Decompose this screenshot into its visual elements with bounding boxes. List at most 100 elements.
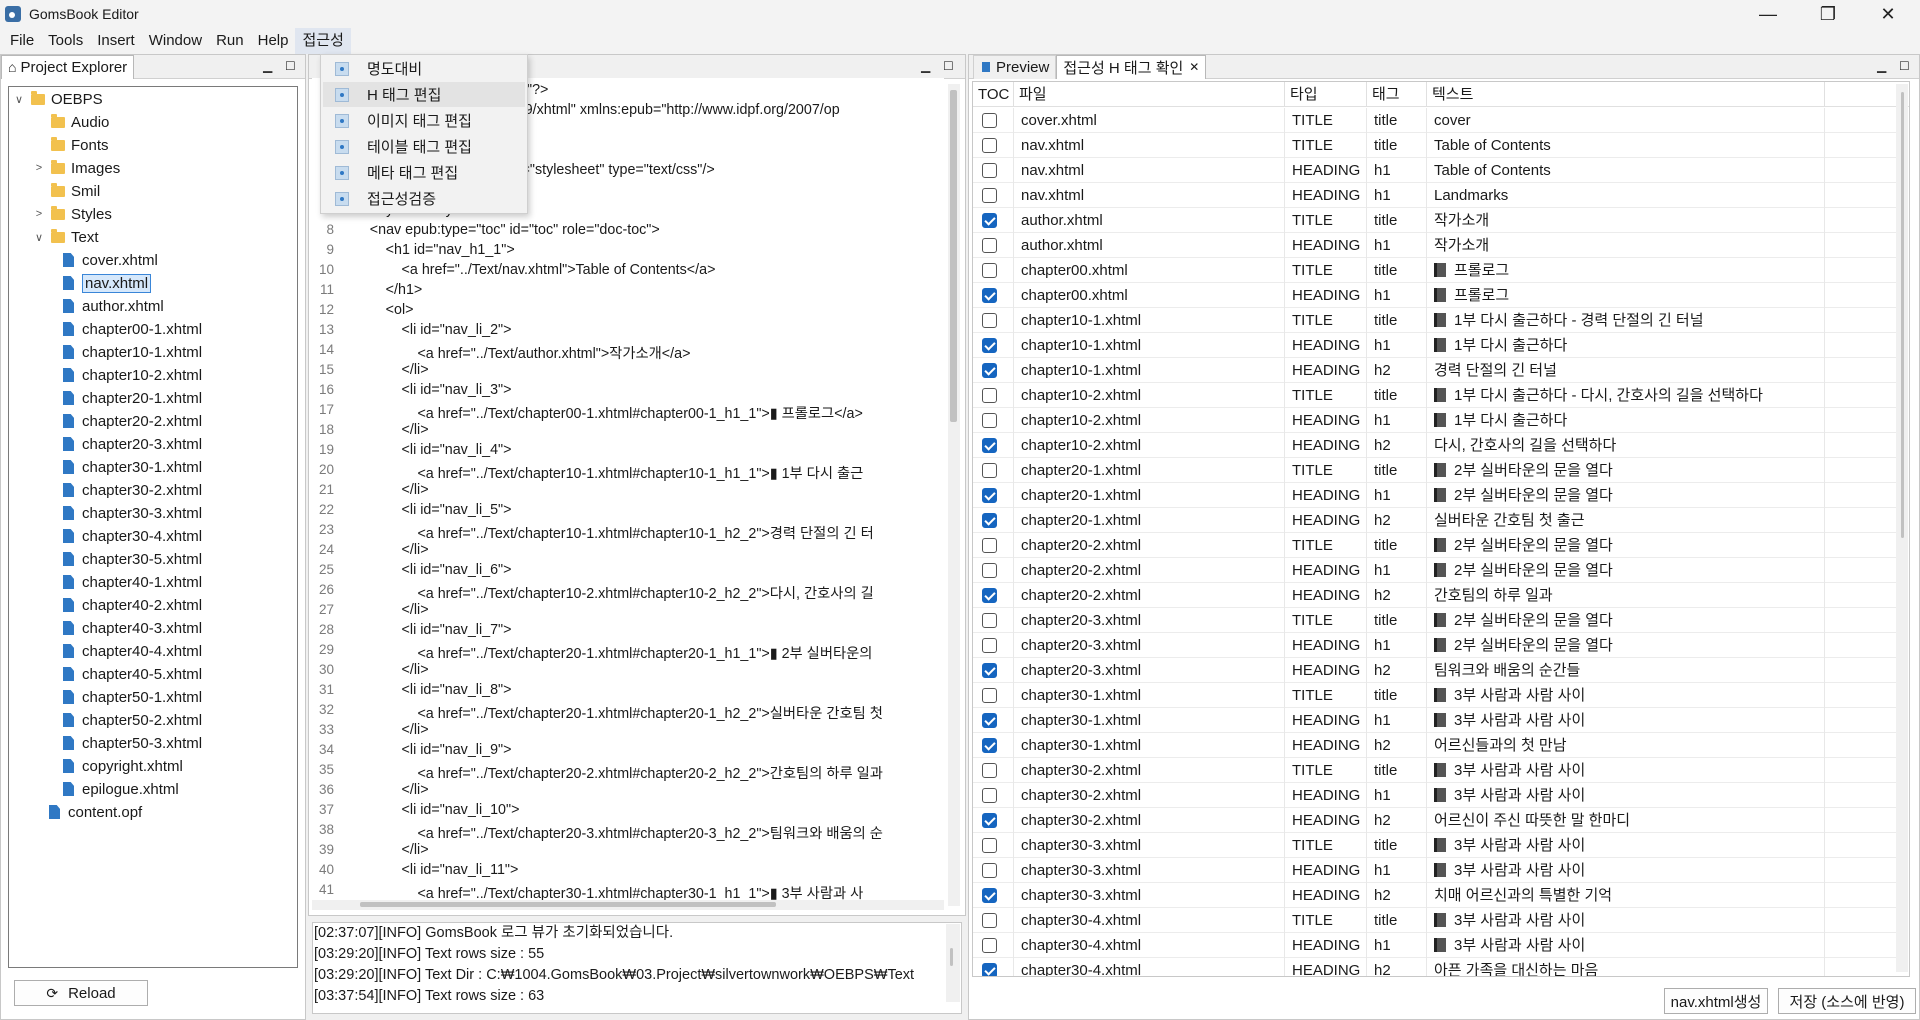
table-row[interactable]: chapter10-2.xhtml TITLE title 1부 다시 출근하다 - … [973,383,1898,408]
code-line[interactable]: 35 <a href="../Text/chapter20-2.xhtml#ch… [312,762,932,782]
table-row[interactable]: chapter00.xhtml HEADING h1 프롤로그 [973,283,1898,308]
table-row[interactable]: chapter30-3.xhtml TITLE title 3부 사람과 사람 사이 [973,833,1898,858]
column-header-type[interactable]: 타입 [1285,82,1367,107]
toc-checkbox[interactable] [982,388,997,403]
tree-file[interactable]: cover.xhtml [63,249,158,271]
toc-checkbox[interactable] [982,638,997,653]
tree-folder[interactable]: Fonts [33,134,109,156]
toc-checkbox[interactable] [982,163,997,178]
table-row[interactable]: nav.xhtml HEADING h1 Landmarks [973,183,1898,208]
table-row[interactable]: chapter30-3.xhtml HEADING h1 3부 사람과 사람 사이 [973,858,1898,883]
column-header-toc[interactable]: TOC [973,82,1014,107]
code-line[interactable]: 40 <li id="nav_li_11"> [312,862,932,882]
code-line[interactable]: 28 <li id="nav_li_7"> [312,622,932,642]
toc-checkbox[interactable] [982,838,997,853]
minimize-panel-icon[interactable]: ▁ [263,59,272,73]
tab-project-explorer[interactable]: ⌂ Project Explorer [1,54,135,79]
tree-file[interactable]: chapter50-3.xhtml [63,732,202,754]
menu-tools[interactable]: Tools [41,28,90,54]
toc-checkbox[interactable] [982,188,997,203]
toc-checkbox[interactable] [982,413,997,428]
toc-checkbox[interactable] [982,663,997,678]
tree-file[interactable]: copyright.xhtml [63,755,183,777]
code-line[interactable]: 13 <li id="nav_li_2"> [312,322,932,342]
table-row[interactable]: chapter30-4.xhtml TITLE title 3부 사람과 사람 사이 [973,908,1898,933]
tree-file[interactable]: chapter40-2.xhtml [63,594,202,616]
maximize-button[interactable]: ❐ [1800,0,1856,28]
toc-checkbox[interactable] [982,513,997,528]
code-line[interactable]: 24 </li> [312,542,932,562]
table-row[interactable]: nav.xhtml HEADING h1 Table of Contents [973,158,1898,183]
menu-accessibility[interactable]: 접근성 [295,28,351,54]
menu-run[interactable]: Run [209,28,251,54]
tree-file[interactable]: nav.xhtml [63,272,152,294]
toc-checkbox[interactable] [982,738,997,753]
tree-file[interactable]: chapter40-4.xhtml [63,640,202,662]
reload-button[interactable]: ⟳ Reload [14,980,148,1006]
code-line[interactable]: 22 <li id="nav_li_5"> [312,502,932,522]
column-header-text[interactable]: 텍스트 [1427,82,1825,107]
toc-checkbox[interactable] [982,338,997,353]
table-row[interactable]: chapter30-4.xhtml HEADING h2 아픈 가족을 대신하는 마음 [973,958,1898,976]
code-line[interactable]: 8 <nav epub:type="toc" id="toc" role="do… [312,222,932,242]
tree-file[interactable]: author.xhtml [63,295,164,317]
table-row[interactable]: chapter20-3.xhtml HEADING h1 2부 실버타운의 문을 열다 [973,633,1898,658]
table-row[interactable]: chapter30-1.xhtml HEADING h1 3부 사람과 사람 사이 [973,708,1898,733]
tree-file[interactable]: chapter20-1.xhtml [63,387,202,409]
table-row[interactable]: chapter20-1.xhtml TITLE title 2부 실버타운의 문을 열… [973,458,1898,483]
code-line[interactable]: 38 <a href="../Text/chapter20-3.xhtml#ch… [312,822,932,842]
save-button[interactable]: 저장 (소스에 반영) [1778,988,1916,1014]
table-row[interactable]: author.xhtml HEADING h1 작가소개 [973,233,1898,258]
toc-checkbox[interactable] [982,863,997,878]
toc-checkbox[interactable] [982,938,997,953]
code-line[interactable]: 15 </li> [312,362,932,382]
toc-checkbox[interactable] [982,113,997,128]
toc-checkbox[interactable] [982,238,997,253]
table-row[interactable]: chapter20-2.xhtml HEADING h2 간호팀의 하루 일과 [973,583,1898,608]
table-row[interactable]: chapter20-2.xhtml HEADING h1 2부 실버타운의 문을 열다 [973,558,1898,583]
toc-checkbox[interactable] [982,963,997,976]
table-row[interactable]: chapter30-2.xhtml HEADING h1 3부 사람과 사람 사이 [973,783,1898,808]
tree-file[interactable]: chapter00-1.xhtml [63,318,202,340]
code-line[interactable]: 11 </h1> [312,282,932,302]
tree-file[interactable]: chapter50-1.xhtml [63,686,202,708]
code-line[interactable]: 14 <a href="../Text/author.xhtml">작가소개</… [312,342,932,362]
right-minimize-icon[interactable]: ▁ [1877,59,1886,73]
close-tab-icon[interactable]: ✕ [1189,60,1199,74]
code-line[interactable]: 34 <li id="nav_li_9"> [312,742,932,762]
table-row[interactable]: cover.xhtml TITLE title cover [973,108,1898,133]
code-line[interactable]: 39 </li> [312,842,932,862]
toc-checkbox[interactable] [982,438,997,453]
editor-horizontal-thumb[interactable] [360,902,776,907]
table-row[interactable]: chapter10-1.xhtml HEADING h1 1부 다시 출근하다 [973,333,1898,358]
menu-window[interactable]: Window [142,28,209,54]
table-row[interactable]: chapter20-1.xhtml HEADING h2 실버타운 간호팀 첫 출근 [973,508,1898,533]
tree-file[interactable]: chapter30-2.xhtml [63,479,202,501]
chevron-down-icon[interactable]: ∨ [13,93,25,106]
table-row[interactable]: chapter30-1.xhtml HEADING h2 어르신들과의 첫 만남 [973,733,1898,758]
tree-file[interactable]: chapter40-3.xhtml [63,617,202,639]
table-row[interactable]: chapter30-4.xhtml HEADING h1 3부 사람과 사람 사이 [973,933,1898,958]
editor-minimize-icon[interactable]: ▁ [921,59,930,73]
editor-horizontal-scrollbar[interactable] [312,900,944,910]
editor-vertical-thumb[interactable] [950,90,957,422]
tree-folder[interactable]: > Styles [33,203,112,225]
tree-folder[interactable]: ∨ Text [33,226,99,248]
code-line[interactable]: 20 <a href="../Text/chapter10-1.xhtml#ch… [312,462,932,482]
tree-file[interactable]: chapter20-3.xhtml [63,433,202,455]
tree-file[interactable]: epilogue.xhtml [63,778,179,800]
menu-insert[interactable]: Insert [90,28,142,54]
table-row[interactable]: chapter30-2.xhtml TITLE title 3부 사람과 사람 사이 [973,758,1898,783]
tab-h-tag-check[interactable]: 접근성 H 태그 확인 ✕ [1056,54,1207,79]
toc-checkbox[interactable] [982,288,997,303]
minimize-button[interactable]: — [1740,0,1796,28]
code-line[interactable]: 41 <a href="../Text/chapter30-1.xhtml#ch… [312,882,932,902]
toc-checkbox[interactable] [982,538,997,553]
nav-generate-button[interactable]: nav.xhtml생성 [1664,988,1768,1014]
code-line[interactable]: 12 <ol> [312,302,932,322]
code-line[interactable]: 29 <a href="../Text/chapter20-1.xhtml#ch… [312,642,932,662]
table-row[interactable]: author.xhtml TITLE title 작가소개 [973,208,1898,233]
log-vertical-scrollbar[interactable] [946,924,960,1002]
log-vertical-thumb[interactable] [950,948,953,966]
code-line[interactable]: 21 </li> [312,482,932,502]
